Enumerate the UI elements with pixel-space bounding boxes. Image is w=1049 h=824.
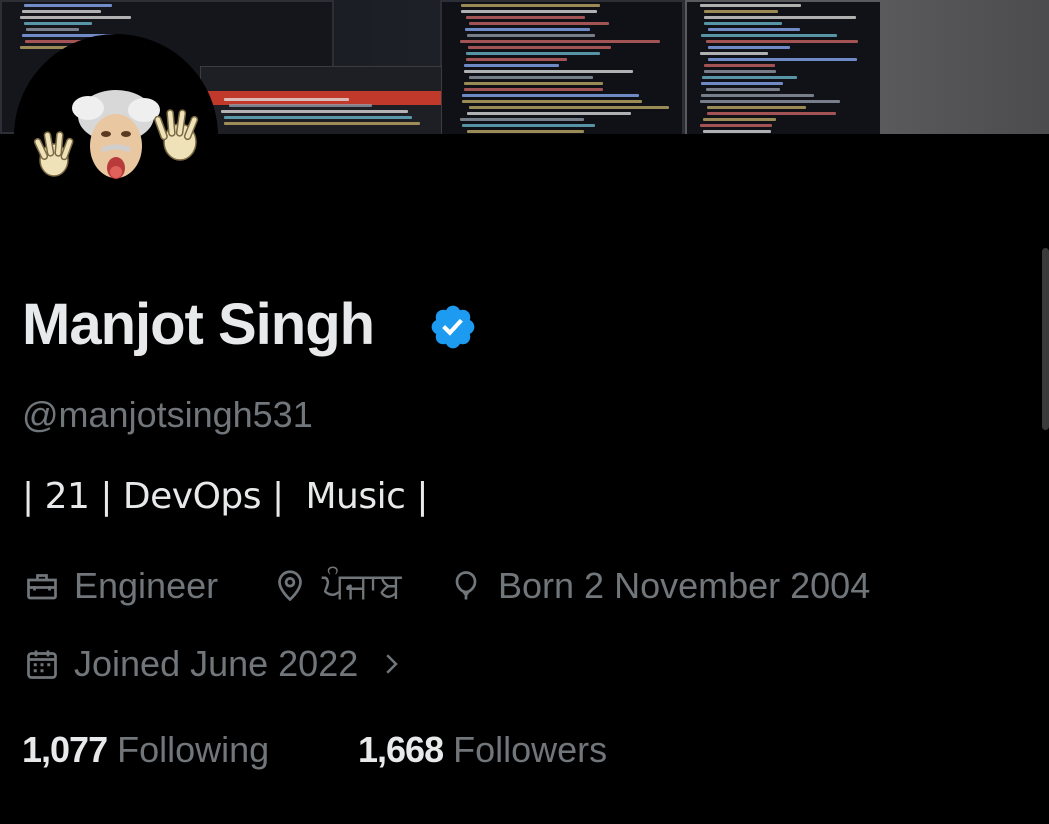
followers-link[interactable]: 1,668 Followers bbox=[358, 727, 607, 773]
banner-code-line bbox=[704, 10, 778, 13]
banner-code-line bbox=[460, 40, 660, 43]
banner-code-line bbox=[469, 76, 593, 79]
banner-code-line bbox=[707, 112, 836, 115]
banner-code-line bbox=[708, 58, 857, 61]
banner-code-line bbox=[706, 40, 858, 43]
banner-code-line bbox=[701, 82, 783, 85]
banner-code-line bbox=[467, 34, 595, 37]
banner-code-line bbox=[469, 22, 609, 25]
banner-code-line bbox=[20, 16, 131, 19]
banner-code-line bbox=[700, 4, 801, 7]
banner-code-line bbox=[462, 124, 595, 127]
following-label: Following bbox=[117, 729, 270, 770]
banner-code-line bbox=[464, 88, 603, 91]
banner-code-line bbox=[708, 46, 790, 49]
banner-code-line bbox=[224, 122, 420, 125]
banner-code-line bbox=[24, 4, 112, 7]
banner-code-line bbox=[708, 28, 800, 31]
banner-code-line bbox=[704, 70, 776, 73]
banner-code-line bbox=[464, 82, 603, 85]
banner-code-line bbox=[466, 52, 600, 55]
banner-code-line bbox=[704, 64, 775, 67]
profile-name: Manjot Singh bbox=[22, 292, 375, 357]
location-item: ਪੰਜਾਬ bbox=[272, 564, 402, 608]
banner-code-line bbox=[700, 100, 840, 103]
banner-code-line bbox=[22, 10, 101, 13]
followers-count: 1,668 bbox=[358, 729, 444, 770]
banner-code-line bbox=[700, 124, 772, 127]
banner-code-line bbox=[700, 52, 768, 55]
avatar-caricature-image bbox=[18, 38, 214, 234]
profile-bio: | 21 | DevOps | Music | bbox=[22, 476, 428, 517]
joined-text: Joined June 2022 bbox=[74, 643, 359, 684]
banner-code-line bbox=[704, 16, 856, 19]
banner-code-line bbox=[224, 98, 349, 101]
banner-code-line bbox=[704, 22, 782, 25]
banner-code-line bbox=[703, 130, 771, 133]
banner-code-line bbox=[701, 94, 814, 97]
profile-handle: @manjotsingh531 bbox=[22, 394, 313, 435]
banner-code-line bbox=[464, 70, 633, 73]
banner-code-line bbox=[469, 106, 669, 109]
profession-text: Engineer bbox=[74, 565, 219, 606]
banner-code-line bbox=[466, 16, 585, 19]
briefcase-icon bbox=[27, 574, 57, 600]
location-text: ਪੰਜਾਬ bbox=[322, 565, 402, 606]
birthday-text: Born 2 November 2004 bbox=[498, 565, 871, 606]
chevron-right-icon[interactable] bbox=[376, 646, 406, 682]
banner-wall bbox=[880, 0, 1049, 134]
following-link[interactable]: 1,077 Following bbox=[22, 727, 269, 773]
verified-badge-icon[interactable] bbox=[428, 302, 478, 352]
banner-code-line bbox=[707, 106, 806, 109]
banner-code-line bbox=[229, 104, 372, 107]
banner-code-line bbox=[468, 46, 611, 49]
avatar[interactable] bbox=[14, 34, 218, 238]
banner-code-line bbox=[703, 118, 776, 121]
birthday-item: Born 2 November 2004 bbox=[448, 564, 870, 608]
banner-code-line bbox=[466, 58, 567, 61]
banner-code-line bbox=[467, 130, 584, 133]
banner-code-line bbox=[465, 28, 590, 31]
banner-code-line bbox=[221, 110, 408, 113]
location-pin-icon bbox=[278, 570, 302, 602]
banner-code-line bbox=[24, 22, 92, 25]
scrollbar[interactable] bbox=[1042, 248, 1049, 430]
banner-code-line bbox=[467, 112, 631, 115]
banner-code-line bbox=[461, 4, 600, 7]
banner-code-line bbox=[701, 34, 837, 37]
banner-code-line bbox=[461, 10, 597, 13]
banner-code-line bbox=[460, 118, 584, 121]
banner-code-line bbox=[26, 28, 79, 31]
profession-item: Engineer bbox=[24, 564, 218, 608]
followers-label: Followers bbox=[453, 729, 608, 770]
profile-page: Manjot Singh @manjotsingh531 | 21 | DevO… bbox=[0, 0, 1049, 824]
joined-item[interactable]: Joined June 2022 bbox=[24, 642, 406, 686]
banner-code-line bbox=[224, 116, 412, 119]
calendar-icon bbox=[27, 650, 57, 679]
banner-code-line bbox=[706, 88, 780, 91]
following-count: 1,077 bbox=[22, 729, 108, 770]
banner-code-line bbox=[462, 94, 639, 97]
banner-code-line bbox=[462, 100, 642, 103]
balloon-icon bbox=[455, 571, 477, 600]
banner-code-line bbox=[702, 76, 797, 79]
banner-code-line bbox=[464, 64, 559, 67]
